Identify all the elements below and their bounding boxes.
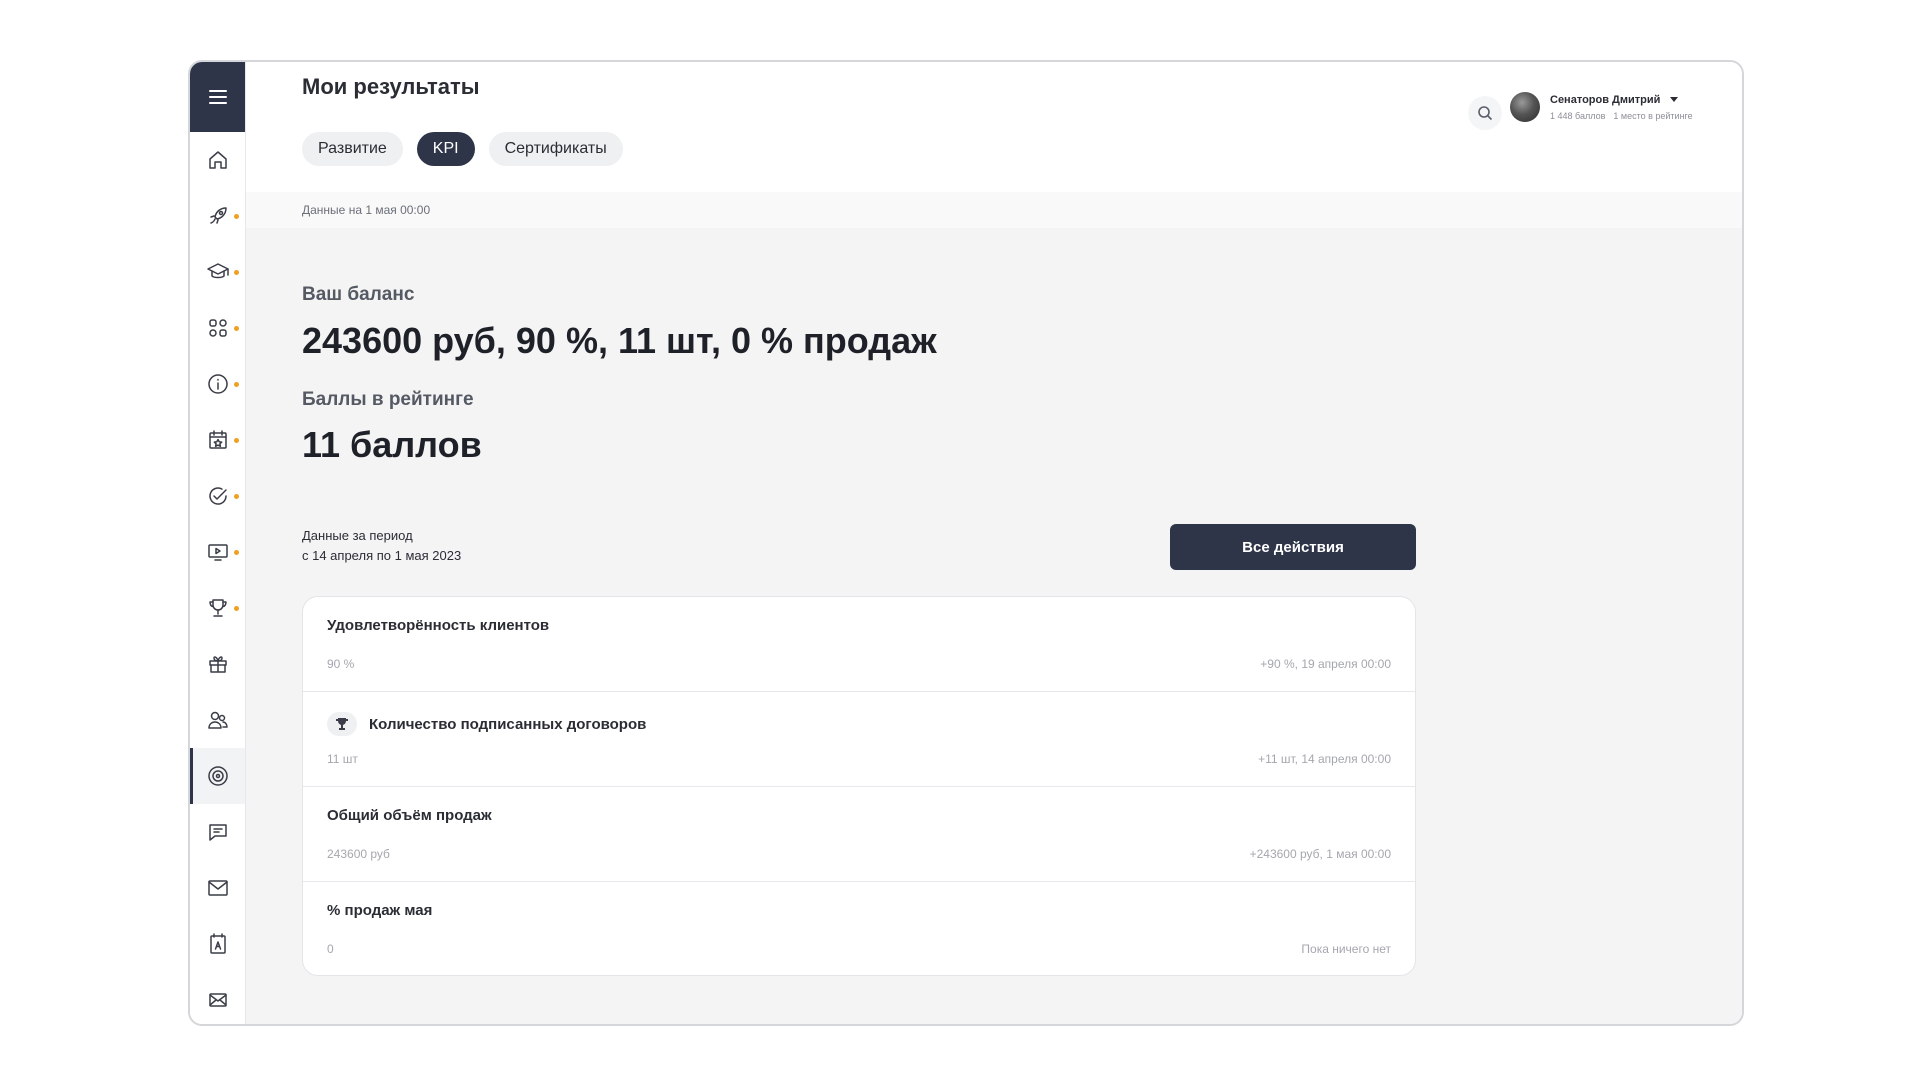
tab-bar: Развитие KPI Сертификаты <box>302 132 623 166</box>
sidebar-item-achievements[interactable] <box>190 580 245 636</box>
check-circle-icon <box>208 487 227 505</box>
menu-button[interactable] <box>190 62 245 132</box>
user-menu[interactable]: Сенаторов Дмитрий 1 448 баллов 1 место в… <box>1510 92 1693 122</box>
kpi-row[interactable]: Количество подписанных договоров 11 шт +… <box>303 692 1415 787</box>
notification-dot <box>234 214 239 219</box>
envelope-x-icon <box>208 993 227 1007</box>
period-range: с 14 апреля по 1 мая 2023 <box>302 548 462 563</box>
sidebar-item-mail[interactable] <box>190 860 245 916</box>
kpi-value: 90 % <box>327 657 355 671</box>
rating-value: 11 баллов <box>302 424 482 465</box>
notification-dot <box>234 494 239 499</box>
search-button[interactable] <box>1468 96 1502 130</box>
chevron-down-icon[interactable] <box>1670 97 1679 102</box>
sidebar-item-tasks[interactable] <box>190 468 245 524</box>
user-points: 1 448 баллов <box>1550 110 1606 121</box>
sidebar-item-development[interactable] <box>190 188 245 244</box>
graduation-cap-icon <box>206 263 229 279</box>
sidebar-item-messages[interactable] <box>190 972 245 1024</box>
kpi-change: +243600 руб, 1 мая 00:00 <box>1249 847 1391 861</box>
kpi-change: Пока ничего нет <box>1301 942 1391 956</box>
translate-icon <box>209 933 226 954</box>
sidebar <box>190 62 246 1024</box>
kpi-change: +11 шт, 14 апреля 00:00 <box>1258 752 1391 766</box>
kpi-title-text: Общий объём продаж <box>327 807 492 824</box>
kpi-row[interactable]: Общий объём продаж 243600 руб +243600 ру… <box>303 787 1415 882</box>
data-timestamp-bar: Данные на 1 мая 00:00 <box>246 192 1742 228</box>
sidebar-item-team[interactable] <box>190 692 245 748</box>
user-rank: 1 место в рейтинге <box>1613 110 1693 121</box>
sidebar-item-apps[interactable] <box>190 300 245 356</box>
calendar-star-icon <box>208 430 227 449</box>
video-play-icon <box>207 544 228 561</box>
main-content: Данные на 1 мая 00:00 Ваш баланс 243600 … <box>246 192 1742 1024</box>
header: Мои результаты Развитие KPI Сертификаты … <box>246 62 1742 192</box>
kpi-row[interactable]: Удовлетворённость клиентов 90 % +90 %, 1… <box>303 597 1415 692</box>
gift-icon <box>208 656 227 673</box>
balance-value: 243600 руб, 90 %, 11 шт, 0 % продаж <box>302 320 937 361</box>
trophy-badge <box>327 712 357 736</box>
kpi-title: Удовлетворённость клиентов <box>327 617 549 634</box>
hamburger-icon <box>208 90 227 104</box>
kpi-value: 243600 руб <box>327 847 390 861</box>
user-stats: 1 448 баллов 1 место в рейтинге <box>1550 111 1693 121</box>
tab-certificates[interactable]: Сертификаты <box>488 132 623 166</box>
info-icon <box>207 374 228 394</box>
kpi-title-text: Удовлетворённость клиентов <box>327 617 550 634</box>
kpi-value: 0 <box>327 942 334 956</box>
sidebar-item-results[interactable] <box>190 748 245 804</box>
notification-dot <box>234 438 239 443</box>
tab-development[interactable]: Развитие <box>302 132 403 166</box>
kpi-row[interactable]: % продаж мая 0 Пока ничего нет <box>303 882 1415 975</box>
app-window: Мои результаты Развитие KPI Сертификаты … <box>188 60 1744 1026</box>
data-timestamp: Данные на 1 мая 00:00 <box>302 203 431 217</box>
user-info: Сенаторов Дмитрий 1 448 баллов 1 место в… <box>1550 94 1693 121</box>
rating-label: Баллы в рейтинге <box>302 389 474 410</box>
sidebar-item-dictionary[interactable] <box>190 916 245 972</box>
notification-dot <box>234 382 239 387</box>
user-name-row: Сенаторов Дмитрий <box>1550 94 1693 106</box>
sidebar-item-info[interactable] <box>190 356 245 412</box>
avatar <box>1510 92 1540 122</box>
target-icon <box>207 766 228 786</box>
kpi-list: Удовлетворённость клиентов 90 % +90 %, 1… <box>302 596 1416 976</box>
notification-dot <box>234 326 239 331</box>
mail-icon <box>207 880 228 896</box>
sidebar-item-chat[interactable] <box>190 804 245 860</box>
chat-icon <box>208 824 227 841</box>
kpi-title-text: % продаж мая <box>327 902 433 919</box>
sidebar-item-events[interactable] <box>190 412 245 468</box>
kpi-title: Общий объём продаж <box>327 807 492 824</box>
search-icon <box>1478 106 1493 121</box>
kpi-value: 11 шт <box>327 752 358 766</box>
kpi-title-text: Количество подписанных договоров <box>369 715 647 733</box>
kpi-change: +90 %, 19 апреля 00:00 <box>1260 657 1391 671</box>
rocket-icon <box>209 207 227 224</box>
kpi-title: % продаж мая <box>327 902 432 919</box>
sidebar-item-videos[interactable] <box>190 524 245 580</box>
sidebar-item-learning[interactable] <box>190 244 245 300</box>
apps-grid-icon <box>208 319 227 337</box>
notification-dot <box>234 606 239 611</box>
page-title: Мои результаты <box>302 74 480 99</box>
all-actions-button[interactable]: Все действия <box>1170 524 1416 570</box>
balance-label: Ваш баланс <box>302 284 415 305</box>
trophy-icon <box>336 718 348 730</box>
tab-kpi[interactable]: KPI <box>416 132 475 166</box>
trophy-icon <box>208 599 227 617</box>
period-info: Данные за период с 14 апреля по 1 мая 20… <box>302 526 461 566</box>
notification-dot <box>234 270 239 275</box>
home-icon <box>208 151 227 169</box>
sidebar-item-rewards[interactable] <box>190 636 245 692</box>
kpi-title: Количество подписанных договоров <box>327 712 646 736</box>
notification-dot <box>234 550 239 555</box>
users-icon <box>207 711 228 729</box>
period-label: Данные за период <box>302 528 413 543</box>
sidebar-item-home[interactable] <box>190 132 245 188</box>
user-name: Сенаторов Дмитрий <box>1550 93 1661 106</box>
